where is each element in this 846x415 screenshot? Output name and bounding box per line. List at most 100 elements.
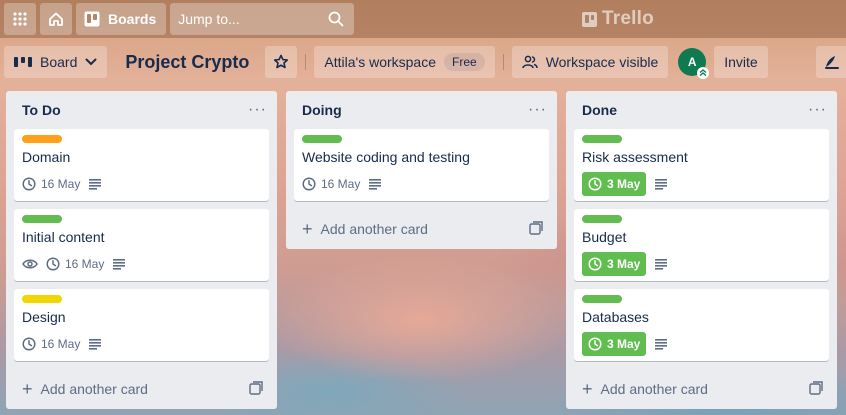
card[interactable]: Website coding and testing 16 May [294, 129, 549, 201]
card-label[interactable] [582, 295, 622, 303]
workspace-label: Attila's workspace [324, 54, 436, 70]
add-card-row: + Add another card [566, 369, 837, 409]
list-header: Doing ··· [286, 91, 557, 129]
eye-icon [22, 259, 38, 269]
clock-icon [46, 257, 60, 271]
star-button[interactable] [265, 46, 298, 78]
avatar[interactable]: A [678, 48, 710, 79]
card-label[interactable] [582, 135, 622, 143]
card[interactable]: Budget 3 May [574, 209, 829, 281]
board-title[interactable]: Project Crypto [111, 52, 261, 73]
card-label[interactable] [22, 295, 62, 303]
list-menu-button[interactable]: ··· [808, 101, 827, 119]
due-date-badge[interactable]: 16 May [302, 177, 360, 191]
card-container: Website coding and testing 16 May [286, 129, 557, 201]
card-badges: 3 May [582, 332, 821, 356]
board-icon [84, 11, 100, 27]
clock-icon [22, 337, 36, 351]
header-divider [502, 54, 504, 70]
due-date-text: 3 May [607, 257, 641, 271]
boards-button[interactable]: Boards [76, 3, 167, 35]
power-ups-button[interactable] [816, 46, 846, 78]
add-card-button[interactable]: + Add another card [302, 220, 428, 238]
list-done: Done ··· Risk assessment 3 May Budget 3 … [566, 91, 837, 409]
card-label[interactable] [22, 135, 62, 143]
card[interactable]: Design 16 May [14, 289, 269, 361]
add-card-button[interactable]: + Add another card [582, 380, 708, 398]
due-date-badge[interactable]: 3 May [582, 332, 647, 356]
list-doing: Doing ··· Website coding and testing 16 … [286, 91, 557, 249]
due-date-text: 3 May [607, 177, 641, 191]
workspace-button[interactable]: Attila's workspace Free [314, 46, 495, 78]
add-card-label: Add another card [600, 381, 708, 397]
invite-label: Invite [724, 54, 758, 70]
invite-button[interactable]: Invite [714, 46, 768, 78]
logo-text: Trello [602, 8, 654, 29]
list-title[interactable]: Done [582, 102, 617, 118]
due-date-badge[interactable]: 3 May [582, 252, 647, 276]
rocket-icon [825, 56, 839, 69]
people-icon [521, 55, 538, 69]
home-button[interactable] [40, 3, 72, 35]
home-icon [49, 12, 63, 26]
description-badge [368, 178, 382, 190]
board-view-switcher[interactable]: Board [4, 46, 108, 78]
list-menu-button[interactable]: ··· [248, 101, 267, 119]
clock-icon [22, 177, 36, 191]
card-title: Website coding and testing [302, 149, 470, 165]
add-card-button[interactable]: + Add another card [22, 380, 148, 398]
watch-badge [22, 258, 38, 270]
due-date-badge[interactable]: 3 May [582, 172, 647, 196]
plan-badge: Free [444, 53, 485, 71]
board-view-label: Board [40, 54, 78, 70]
description-icon [655, 339, 668, 350]
description-badge [654, 338, 668, 350]
card-title: Databases [582, 309, 649, 325]
description-icon [655, 259, 668, 270]
card-label[interactable] [22, 215, 62, 223]
due-date-badge[interactable]: 16 May [46, 257, 104, 271]
visibility-button[interactable]: Workspace visible [511, 46, 669, 78]
card-badges: 3 May [582, 172, 821, 196]
add-card-label: Add another card [320, 221, 428, 237]
plus-icon: + [302, 219, 313, 239]
card[interactable]: Risk assessment 3 May [574, 129, 829, 201]
list-title[interactable]: To Do [22, 102, 61, 118]
card[interactable]: Domain 16 May [14, 129, 269, 201]
card-template-icon [529, 220, 543, 235]
create-from-template-button[interactable] [809, 380, 823, 398]
card-title: Risk assessment [582, 149, 688, 165]
card[interactable]: Databases 3 May [574, 289, 829, 361]
list-title[interactable]: Doing [302, 102, 342, 118]
description-badge [88, 178, 102, 190]
card-label[interactable] [582, 215, 622, 223]
due-date-badge[interactable]: 16 May [22, 177, 80, 191]
list-menu-button[interactable]: ··· [528, 101, 547, 119]
card-title: Initial content [22, 229, 105, 245]
add-card-row: + Add another card [6, 369, 277, 409]
create-from-template-button[interactable] [249, 380, 263, 398]
due-date-text: 16 May [41, 337, 81, 351]
star-icon [274, 54, 289, 69]
due-date-badge[interactable]: 16 May [22, 337, 80, 351]
clock-icon [302, 177, 316, 191]
trello-logo[interactable]: Trello [582, 8, 654, 30]
admin-chevron-icon [697, 67, 710, 79]
description-badge [654, 258, 668, 270]
clock-icon [588, 177, 602, 191]
create-from-template-button[interactable] [529, 220, 543, 238]
plus-icon: + [22, 379, 33, 399]
clock-icon [588, 257, 602, 271]
jump-to-search[interactable]: Jump to... [170, 3, 355, 35]
card[interactable]: Initial content 16 May [14, 209, 269, 281]
search-icon [328, 11, 344, 27]
visibility-label: Workspace visible [545, 54, 659, 70]
boards-label: Boards [108, 11, 157, 27]
card-template-icon [249, 380, 263, 395]
header-divider [305, 54, 307, 70]
add-card-row: + Add another card [286, 209, 557, 249]
card-label[interactable] [302, 135, 342, 143]
app-switcher-button[interactable] [4, 3, 36, 35]
card-title: Domain [22, 149, 71, 165]
card-badges: 16 May [302, 173, 541, 195]
